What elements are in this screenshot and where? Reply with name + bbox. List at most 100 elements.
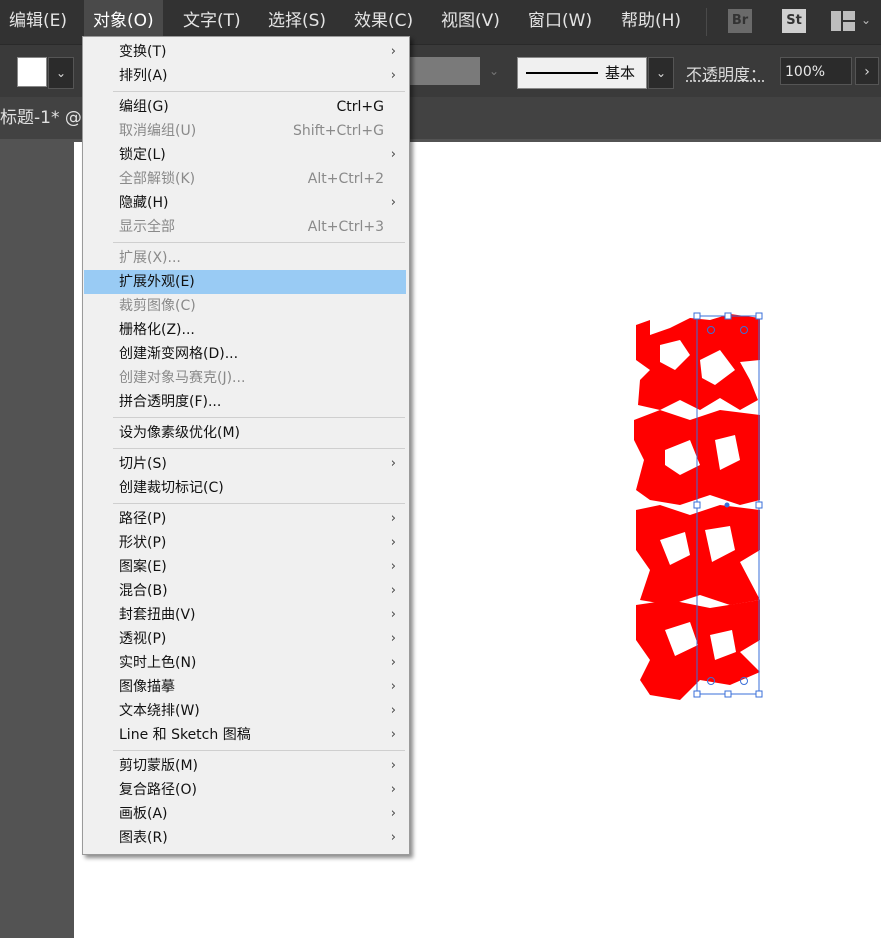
menu-item-lock[interactable]: 锁定(L) › [84,143,406,167]
menu-item-pixel-perfect[interactable]: 设为像素级优化(M) [84,421,406,445]
menu-item-label: 显示全部 [119,219,175,235]
menu-item-label: 隐藏(H) [119,195,169,211]
stroke-line-preview [526,72,598,74]
fill-color-swatch[interactable] [17,57,47,87]
menu-item-hide[interactable]: 隐藏(H) › [84,191,406,215]
submenu-arrow-icon: › [390,559,396,574]
bridge-icon[interactable]: Br [728,9,752,33]
menu-item-label: 扩展外观(E) [119,274,195,290]
menu-item-text-wrap[interactable]: 文本绕排(W) › [84,699,406,723]
menu-item-shortcut: Alt+Ctrl+3 [307,219,384,235]
menu-item-label: 全部解锁(K) [119,171,196,187]
resize-handle[interactable] [724,690,732,698]
menu-item-label: 路径(P) [119,511,167,527]
menu-item-perspective[interactable]: 透视(P) › [84,627,406,651]
menu-item-label: 取消编组(U) [119,123,197,139]
workspace-switcher-icon[interactable] [831,11,855,31]
submenu-arrow-icon: › [390,806,396,821]
menu-item-show-all[interactable]: 显示全部 Alt+Ctrl+3 [84,215,406,239]
menu-item-envelope-distort[interactable]: 封套扭曲(V) › [84,603,406,627]
menu-item-slice[interactable]: 切片(S) › [84,452,406,476]
menu-separator [113,448,405,449]
menu-item-label: 创建对象马赛克(J)... [119,370,246,386]
submenu-arrow-icon: › [390,703,396,718]
submenu-arrow-icon: › [390,607,396,622]
submenu-arrow-icon: › [390,655,396,670]
menu-item-path[interactable]: 路径(P) › [84,507,406,531]
menu-item-arrange[interactable]: 排列(A) › [84,64,406,88]
document-tab[interactable]: 标题-1* @ [0,97,82,139]
menu-item-graph[interactable]: 图表(R) › [84,826,406,850]
menu-separator [113,750,405,751]
resize-handle[interactable] [755,690,763,698]
menu-view[interactable]: 视图(V) [432,0,509,42]
menu-item-transform[interactable]: 变换(T) › [84,40,406,64]
menu-item-clipping-mask[interactable]: 剪切蒙版(M) › [84,754,406,778]
menu-item-pattern[interactable]: 图案(E) › [84,555,406,579]
submenu-arrow-icon: › [390,535,396,550]
menu-item-label: 锁定(L) [119,147,166,163]
resize-handle[interactable] [724,312,732,320]
menu-window[interactable]: 窗口(W) [519,0,601,42]
menu-item-compound-path[interactable]: 复合路径(O) › [84,778,406,802]
submenu-arrow-icon: › [390,758,396,773]
menu-item-rasterize[interactable]: 栅格化(Z)... [84,318,406,342]
menu-item-label: 图像描摹 [119,679,175,695]
menu-help[interactable]: 帮助(H) [612,0,690,42]
stroke-profile-select[interactable]: 基本 [517,57,647,89]
menu-item-label: 创建渐变网格(D)... [119,346,239,362]
resize-handle[interactable] [693,690,701,698]
menu-item-image-trace[interactable]: 图像描摹 › [84,675,406,699]
menu-item-flatten-transparency[interactable]: 拼合透明度(F)... [84,390,406,414]
stock-icon[interactable]: St [782,9,806,33]
resize-handle[interactable] [755,501,763,509]
menu-item-label: 设为像素级优化(M) [119,425,241,441]
chevron-down-icon[interactable]: ⌄ [48,57,74,89]
menu-item-blend[interactable]: 混合(B) › [84,579,406,603]
menu-item-ungroup[interactable]: 取消编组(U) Shift+Ctrl+G [84,119,406,143]
submenu-arrow-icon: › [390,782,396,797]
menu-item-shape[interactable]: 形状(P) › [84,531,406,555]
menu-item-expand[interactable]: 扩展(X)... [84,246,406,270]
menu-item-trim-marks[interactable]: 创建裁切标记(C) [84,476,406,500]
menu-item-live-paint[interactable]: 实时上色(N) › [84,651,406,675]
menu-item-group[interactable]: 编组(G) Ctrl+G [84,95,406,119]
menu-item-unlock-all[interactable]: 全部解锁(K) Alt+Ctrl+2 [84,167,406,191]
red-text-artwork[interactable] [620,300,770,710]
menu-item-label: 画板(A) [119,806,168,822]
menu-item-label: 混合(B) [119,583,168,599]
stroke-weight-field[interactable] [410,57,480,85]
opacity-label[interactable]: 不透明度： [686,61,766,85]
menu-item-shortcut: Ctrl+G [336,99,385,115]
menu-item-label: 变换(T) [119,44,167,60]
resize-handle[interactable] [693,501,701,509]
chevron-right-icon[interactable]: › [855,57,879,85]
submenu-arrow-icon: › [390,631,396,646]
resize-handle[interactable] [693,312,701,320]
chevron-down-icon[interactable]: ⌄ [482,57,506,85]
menu-item-label: 扩展(X)... [119,250,181,266]
menu-item-line-sketch[interactable]: Line 和 Sketch 图稿 › [84,723,406,747]
menu-edit[interactable]: 编辑(E) [0,0,76,42]
opacity-input[interactable]: 100% [780,57,852,85]
menu-separator [113,242,405,243]
menu-item-object-mosaic[interactable]: 创建对象马赛克(J)... [84,366,406,390]
center-point [724,502,730,508]
chevron-down-icon[interactable]: ⌄ [861,13,871,27]
menu-item-label: 裁剪图像(C) [119,298,196,314]
submenu-arrow-icon: › [390,727,396,742]
menu-item-crop-image[interactable]: 裁剪图像(C) [84,294,406,318]
menu-item-label: 切片(S) [119,456,167,472]
menu-item-label: 编组(G) [119,99,169,115]
menu-separator [113,91,405,92]
resize-handle[interactable] [755,312,763,320]
menu-item-artboards[interactable]: 画板(A) › [84,802,406,826]
chevron-down-icon[interactable]: ⌄ [648,57,674,89]
menu-item-expand-appearance[interactable]: 扩展外观(E) [84,270,406,294]
submenu-arrow-icon: › [390,68,396,83]
submenu-arrow-icon: › [390,147,396,162]
menu-separator [113,503,405,504]
menu-item-label: 图案(E) [119,559,167,575]
menu-item-shortcut: Shift+Ctrl+G [292,123,384,139]
menu-item-gradient-mesh[interactable]: 创建渐变网格(D)... [84,342,406,366]
